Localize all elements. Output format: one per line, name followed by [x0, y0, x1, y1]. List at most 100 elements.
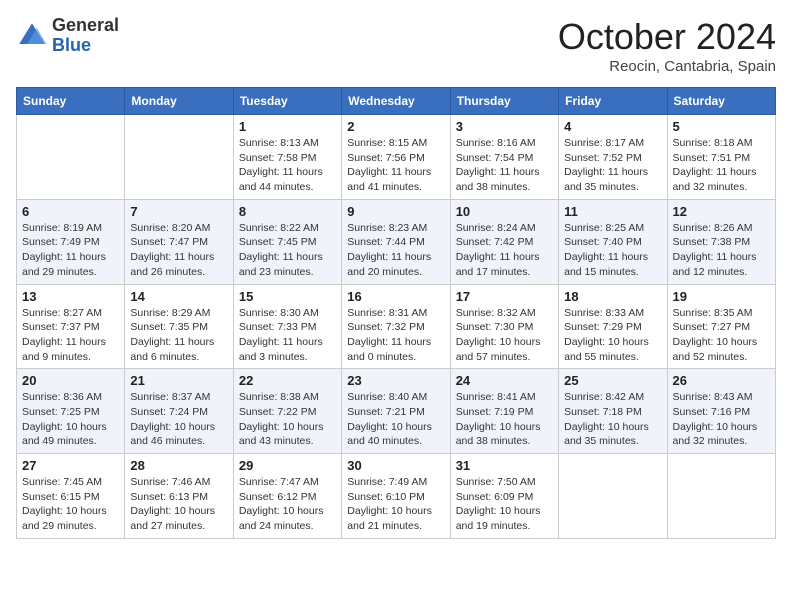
calendar-cell: 4 Sunrise: 8:17 AMSunset: 7:52 PMDaylight… [559, 115, 667, 200]
calendar-cell: 20 Sunrise: 8:36 AMSunset: 7:25 PMDayligh… [17, 369, 125, 454]
day-info: Sunrise: 7:45 AMSunset: 6:15 PMDaylight:… [22, 475, 119, 534]
calendar-cell: 17 Sunrise: 8:32 AMSunset: 7:30 PMDayligh… [450, 284, 558, 369]
calendar-week-row: 20 Sunrise: 8:36 AMSunset: 7:25 PMDayligh… [17, 369, 776, 454]
day-number: 1 [239, 119, 336, 134]
location: Reocin, Cantabria, Spain [558, 58, 776, 75]
day-number: 21 [130, 373, 227, 388]
calendar-cell: 14 Sunrise: 8:29 AMSunset: 7:35 PMDayligh… [125, 284, 233, 369]
calendar-cell: 15Sunrise: 8:30 AMSunset: 7:33 PMDayligh… [233, 284, 341, 369]
calendar-cell: 5Sunrise: 8:18 AMSunset: 7:51 PMDaylight… [667, 115, 775, 200]
day-info: Sunrise: 7:49 AMSunset: 6:10 PMDaylight:… [347, 475, 444, 534]
day-info: Sunrise: 8:41 AMSunset: 7:19 PMDaylight:… [456, 390, 553, 449]
day-number: 25 [564, 373, 661, 388]
day-info: Sunrise: 8:36 AMSunset: 7:25 PMDaylight:… [22, 390, 119, 449]
day-number: 6 [22, 204, 119, 219]
calendar-cell: 2Sunrise: 8:15 AMSunset: 7:56 PMDaylight… [342, 115, 450, 200]
day-info: Sunrise: 8:38 AMSunset: 7:22 PMDaylight:… [239, 390, 336, 449]
day-info: Sunrise: 8:13 AMSunset: 7:58 PMDaylight:… [239, 136, 336, 195]
calendar-cell [125, 115, 233, 200]
calendar-cell: 26 Sunrise: 8:43 AMSunset: 7:16 PMDayligh… [667, 369, 775, 454]
page-header: General Blue October 2024 Reocin, Cantab… [16, 16, 776, 75]
day-info: Sunrise: 7:46 AMSunset: 6:13 PMDaylight:… [130, 475, 227, 534]
day-number: 7 [130, 204, 227, 219]
day-info: Sunrise: 8:24 AMSunset: 7:42 PMDaylight:… [456, 221, 553, 280]
weekday-header: Sunday [17, 88, 125, 115]
day-number: 22 [239, 373, 336, 388]
day-number: 26 [673, 373, 770, 388]
day-number: 4 [564, 119, 661, 134]
day-number: 16 [347, 289, 444, 304]
day-number: 17 [456, 289, 553, 304]
day-number: 8 [239, 204, 336, 219]
day-info: Sunrise: 8:26 AMSunset: 7:38 PMDaylight:… [673, 221, 770, 280]
day-info: Sunrise: 8:42 AMSunset: 7:18 PMDaylight:… [564, 390, 661, 449]
day-info: Sunrise: 8:35 AMSunset: 7:27 PMDaylight:… [673, 306, 770, 365]
calendar-cell: 18 Sunrise: 8:33 AMSunset: 7:29 PMDayligh… [559, 284, 667, 369]
calendar-cell: 13Sunrise: 8:27 AMSunset: 7:37 PMDayligh… [17, 284, 125, 369]
day-info: Sunrise: 8:17 AMSunset: 7:52 PMDaylight:… [564, 136, 661, 195]
calendar-cell [559, 454, 667, 539]
calendar-cell: 22 Sunrise: 8:38 AMSunset: 7:22 PMDayligh… [233, 369, 341, 454]
day-number: 2 [347, 119, 444, 134]
day-info: Sunrise: 8:23 AMSunset: 7:44 PMDaylight:… [347, 221, 444, 280]
weekday-header: Friday [559, 88, 667, 115]
calendar-cell: 30Sunrise: 7:49 AMSunset: 6:10 PMDayligh… [342, 454, 450, 539]
day-number: 13 [22, 289, 119, 304]
day-number: 9 [347, 204, 444, 219]
day-number: 29 [239, 458, 336, 473]
day-number: 11 [564, 204, 661, 219]
calendar-cell: 16 Sunrise: 8:31 AMSunset: 7:32 PMDayligh… [342, 284, 450, 369]
calendar-cell: 9 Sunrise: 8:23 AMSunset: 7:44 PMDaylight… [342, 199, 450, 284]
day-number: 18 [564, 289, 661, 304]
day-info: Sunrise: 8:18 AMSunset: 7:51 PMDaylight:… [673, 136, 770, 195]
day-number: 12 [673, 204, 770, 219]
day-number: 28 [130, 458, 227, 473]
day-number: 14 [130, 289, 227, 304]
day-info: Sunrise: 8:16 AMSunset: 7:54 PMDaylight:… [456, 136, 553, 195]
calendar-cell: 3 Sunrise: 8:16 AMSunset: 7:54 PMDaylight… [450, 115, 558, 200]
day-info: Sunrise: 8:30 AMSunset: 7:33 PMDaylight:… [239, 306, 336, 365]
day-number: 24 [456, 373, 553, 388]
day-info: Sunrise: 8:43 AMSunset: 7:16 PMDaylight:… [673, 390, 770, 449]
day-info: Sunrise: 8:40 AMSunset: 7:21 PMDaylight:… [347, 390, 444, 449]
logo-icon [16, 20, 48, 52]
weekday-header: Saturday [667, 88, 775, 115]
day-info: Sunrise: 8:20 AMSunset: 7:47 PMDaylight:… [130, 221, 227, 280]
calendar-cell: 21 Sunrise: 8:37 AMSunset: 7:24 PMDayligh… [125, 369, 233, 454]
day-number: 31 [456, 458, 553, 473]
month-title: October 2024 [558, 16, 776, 58]
day-info: Sunrise: 8:37 AMSunset: 7:24 PMDaylight:… [130, 390, 227, 449]
title-block: October 2024 Reocin, Cantabria, Spain [558, 16, 776, 75]
weekday-header: Thursday [450, 88, 558, 115]
day-info: Sunrise: 8:31 AMSunset: 7:32 PMDaylight:… [347, 306, 444, 365]
day-info: Sunrise: 8:29 AMSunset: 7:35 PMDaylight:… [130, 306, 227, 365]
calendar-cell: 10 Sunrise: 8:24 AMSunset: 7:42 PMDayligh… [450, 199, 558, 284]
weekday-header: Monday [125, 88, 233, 115]
calendar-cell: 19 Sunrise: 8:35 AMSunset: 7:27 PMDayligh… [667, 284, 775, 369]
day-number: 19 [673, 289, 770, 304]
calendar-header-row: SundayMondayTuesdayWednesdayThursdayFrid… [17, 88, 776, 115]
calendar-cell: 12 Sunrise: 8:26 AMSunset: 7:38 PMDayligh… [667, 199, 775, 284]
weekday-header: Tuesday [233, 88, 341, 115]
day-number: 3 [456, 119, 553, 134]
calendar-cell: 23Sunrise: 8:40 AMSunset: 7:21 PMDayligh… [342, 369, 450, 454]
calendar-cell: 31 Sunrise: 7:50 AMSunset: 6:09 PMDayligh… [450, 454, 558, 539]
calendar-cell [17, 115, 125, 200]
day-info: Sunrise: 8:32 AMSunset: 7:30 PMDaylight:… [456, 306, 553, 365]
day-number: 20 [22, 373, 119, 388]
day-info: Sunrise: 7:50 AMSunset: 6:09 PMDaylight:… [456, 475, 553, 534]
day-info: Sunrise: 8:33 AMSunset: 7:29 PMDaylight:… [564, 306, 661, 365]
logo-general: General [52, 16, 119, 36]
day-info: Sunrise: 8:19 AMSunset: 7:49 PMDaylight:… [22, 221, 119, 280]
logo-blue: Blue [52, 36, 119, 56]
calendar-cell: 8Sunrise: 8:22 AMSunset: 7:45 PMDaylight… [233, 199, 341, 284]
day-number: 10 [456, 204, 553, 219]
calendar-table: SundayMondayTuesdayWednesdayThursdayFrid… [16, 87, 776, 539]
calendar-cell: 7 Sunrise: 8:20 AMSunset: 7:47 PMDaylight… [125, 199, 233, 284]
calendar-cell: 29 Sunrise: 7:47 AMSunset: 6:12 PMDayligh… [233, 454, 341, 539]
calendar-cell: 1 Sunrise: 8:13 AMSunset: 7:58 PMDaylight… [233, 115, 341, 200]
logo: General Blue [16, 16, 119, 56]
calendar-cell: 27Sunrise: 7:45 AMSunset: 6:15 PMDayligh… [17, 454, 125, 539]
calendar-week-row: 1 Sunrise: 8:13 AMSunset: 7:58 PMDaylight… [17, 115, 776, 200]
day-info: Sunrise: 7:47 AMSunset: 6:12 PMDaylight:… [239, 475, 336, 534]
